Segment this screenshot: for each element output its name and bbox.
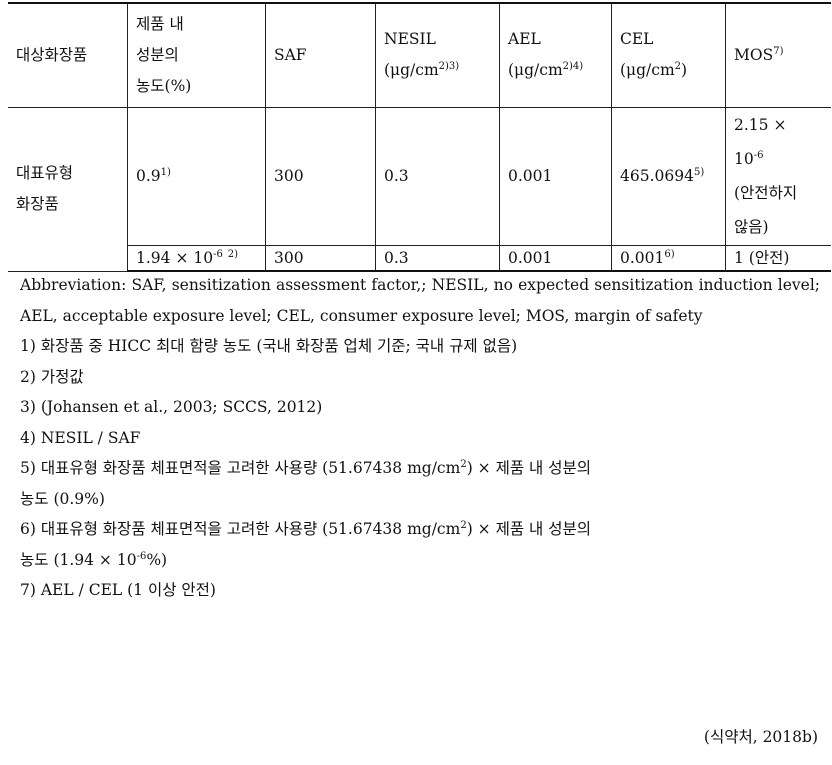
- header-product: 대상화장품: [8, 2, 128, 108]
- cell-ael: 0.001: [499, 106, 612, 246]
- footnote-2: 2) 가정값: [20, 367, 84, 386]
- cell-cel: 0.0016): [611, 244, 726, 272]
- source-citation: (식약처, 2018b): [703, 728, 818, 746]
- table-header-row: 대상화장품 제품 내 성분의 농도(%) SAF NESIL (μg/cm2)3…: [8, 2, 831, 108]
- header-nesil: NESIL (μg/cm2)3): [375, 2, 500, 108]
- abbreviation-note: Abbreviation: SAF, sensitization assessm…: [20, 276, 820, 325]
- footnote-4: 4) NESIL / SAF: [20, 428, 141, 447]
- table-notes: Abbreviation: SAF, sensitization assessm…: [20, 270, 820, 606]
- header-cel: CEL (μg/cm2): [611, 2, 726, 108]
- table-row: 1.94 × 10-6 2) 300 0.3 0.001 0.0016) 1 (…: [8, 244, 831, 272]
- header-concentration: 제품 내 성분의 농도(%): [127, 2, 266, 108]
- table-row: 대표유형 화장품 0.91) 300 0.3 0.001 465.06945) …: [8, 106, 831, 272]
- cell-conc: 1.94 × 10-6 2): [127, 244, 266, 272]
- cell-conc: 0.91): [127, 106, 266, 246]
- safety-table: 대상화장품 제품 내 성분의 농도(%) SAF NESIL (μg/cm2)3…: [8, 2, 831, 272]
- cell-mos: 2.15 × 10-6 (안전하지 않음): [725, 106, 831, 246]
- header-saf: SAF: [265, 2, 376, 108]
- cell-saf: 300: [265, 244, 376, 272]
- footnote-7: 7) AEL / CEL (1 이상 안전): [20, 581, 216, 599]
- header-ael: AEL (μg/cm2)4): [499, 2, 612, 108]
- footnote-1: 1) 화장품 중 HICC 최대 함량 농도 (국내 화장품 업체 기준; 국내…: [20, 337, 518, 355]
- cell-ael: 0.001: [499, 244, 612, 272]
- header-mos: MOS7): [725, 2, 831, 108]
- cell-mos: 1 (안전): [725, 244, 831, 272]
- footnote-3: 3) (Johansen et al., 2003; SCCS, 2012): [20, 398, 323, 416]
- cell-nesil: 0.3: [375, 106, 500, 246]
- cell-nesil: 0.3: [375, 244, 500, 272]
- footnote-6: 6) 대표유형 화장품 체표면적을 고려한 사용량 (51.67438 mg/c…: [20, 519, 591, 569]
- cell-product: 대표유형 화장품: [8, 106, 128, 272]
- footnote-5: 5) 대표유형 화장품 체표면적을 고려한 사용량 (51.67438 mg/c…: [20, 458, 591, 508]
- cell-cel: 465.06945): [611, 106, 726, 246]
- cell-saf: 300: [265, 106, 376, 246]
